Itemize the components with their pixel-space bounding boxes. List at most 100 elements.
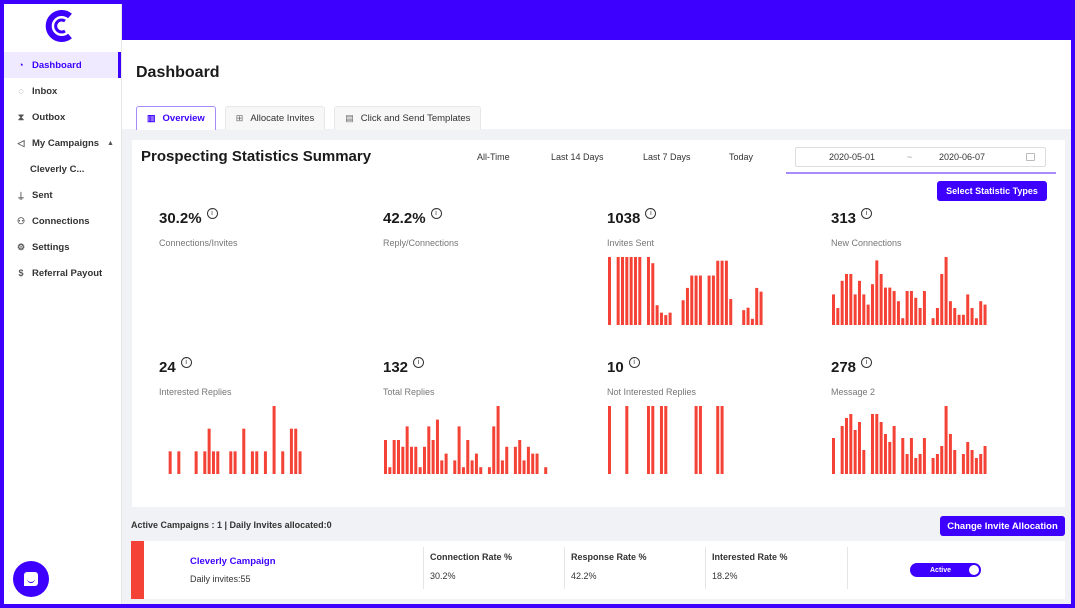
info-icon[interactable]: i (645, 208, 657, 219)
chart-bar (879, 274, 883, 325)
chart-bar (418, 467, 422, 474)
tab-overview[interactable]: ▥ Overview (136, 106, 216, 130)
chart-bar (405, 426, 409, 474)
chart-bar (974, 318, 978, 325)
sidebar-item-connections[interactable]: ⚇ Connections (4, 208, 121, 234)
tab-click-and-send-templates[interactable]: ▤ Click and Send Templates (334, 106, 482, 130)
sidebar-item-inbox[interactable]: ◌ Inbox (4, 78, 121, 104)
range-today[interactable]: Today (729, 152, 753, 162)
stat-card: 132 i Total Replies (366, 349, 566, 489)
tab-allocate-invites[interactable]: ⊞ Allocate Invites (224, 106, 326, 130)
sidebar-item-label: Outbox (32, 111, 66, 123)
chart-bar (918, 308, 922, 325)
chart-bar (629, 257, 633, 325)
metric-label: Connection Rate % (430, 552, 513, 562)
bar-chart-icon: ▥ (147, 113, 156, 123)
sparkline-bar-chart (384, 406, 548, 474)
tab-label: Click and Send Templates (360, 113, 471, 124)
chart-bar (255, 451, 259, 474)
info-icon[interactable]: i (861, 208, 873, 219)
range-last-7-days[interactable]: Last 7 Days (643, 152, 729, 162)
chart-bar (664, 406, 668, 474)
info-icon[interactable]: i (413, 357, 425, 368)
date-range-picker[interactable]: 2020-05-01 ~ 2020-06-07 (795, 147, 1046, 167)
calendar-icon[interactable] (1026, 153, 1035, 161)
date-to[interactable]: 2020-06-07 (939, 152, 985, 162)
sidebar-item-settings[interactable]: ⚙ Settings (4, 234, 121, 260)
campaign-row: Cleverly Campaign Daily invites:55 Conne… (131, 541, 1065, 599)
chart-bar (832, 438, 835, 474)
chat-launcher-button[interactable] (13, 561, 49, 597)
chart-bar (487, 467, 491, 474)
stat-value-text: 42.2% (383, 210, 426, 227)
sidebar-item-my-campaigns[interactable]: ◁ My Campaigns ▲ (4, 130, 121, 156)
chart-bar (979, 301, 983, 325)
chart-bar (289, 428, 293, 474)
chart-bar (935, 308, 939, 325)
chart-bar (384, 440, 387, 474)
chevron-up-icon[interactable]: ▲ (107, 140, 114, 147)
chart-bar (879, 422, 883, 474)
chart-bar (435, 419, 439, 474)
chart-bar (625, 257, 629, 325)
chart-bar (970, 308, 974, 325)
chart-bar (888, 287, 892, 325)
chart-bar (470, 460, 474, 474)
range-last-14-days[interactable]: Last 14 Days (551, 152, 643, 162)
sidebar-item-sent[interactable]: ⍊ Sent (4, 182, 121, 208)
info-icon[interactable]: i (206, 208, 218, 219)
chart-bar (983, 446, 987, 474)
campaign-active-toggle[interactable]: Active (910, 563, 981, 577)
chart-bar (940, 274, 944, 325)
stat-label: Connections/Invites (159, 238, 238, 248)
stat-value: 313 i (831, 208, 873, 227)
chart-bar (892, 291, 896, 325)
change-invite-allocation-button[interactable]: Change Invite Allocation (940, 516, 1065, 536)
date-from[interactable]: 2020-05-01 (829, 152, 875, 162)
stat-value-text: 30.2% (159, 210, 202, 227)
people-icon: ⚇ (16, 215, 26, 226)
range-all-time[interactable]: All-Time (477, 152, 551, 162)
toggle-knob (969, 565, 979, 575)
chart-bar (608, 257, 611, 325)
chart-bar (461, 467, 465, 474)
chart-bar (608, 406, 611, 474)
chart-bar (849, 274, 853, 325)
page-title: Dashboard (136, 64, 220, 81)
info-icon[interactable]: i (861, 357, 873, 368)
brand-logo[interactable] (44, 8, 80, 44)
chart-bar (694, 275, 698, 325)
select-statistic-types-button[interactable]: Select Statistic Types (937, 181, 1047, 201)
chart-bar (427, 426, 431, 474)
chart-bar (755, 287, 759, 325)
sparkline-bar-chart (608, 257, 763, 325)
chart-bar (857, 280, 861, 325)
sidebar-item-outbox[interactable]: ⧗ Outbox (4, 104, 121, 130)
info-icon[interactable]: i (430, 208, 442, 219)
stats-title: Prospecting Statistics Summary (141, 148, 372, 165)
chart-bar (970, 450, 974, 474)
sidebar-item-referral-payout[interactable]: $ Referral Payout (4, 260, 121, 286)
campaign-name-link[interactable]: Cleverly Campaign (190, 556, 276, 567)
chart-bar (229, 451, 233, 474)
chart-bar (844, 418, 848, 474)
chart-bar (931, 318, 935, 325)
chart-bar (840, 280, 844, 325)
sparkline-bar-chart (168, 406, 302, 474)
sidebar-item-cleverly-campaign[interactable]: Cleverly C... (4, 156, 121, 182)
chart-bar (832, 294, 835, 325)
chart-bar (901, 438, 905, 474)
chart-bar (396, 440, 400, 474)
statistics-panel: Prospecting Statistics Summary All-Time … (132, 140, 1065, 507)
chart-bar (431, 440, 435, 474)
info-icon[interactable]: i (628, 357, 640, 368)
stat-card: 313 i New Connections (814, 200, 1014, 340)
chart-bar (953, 308, 957, 325)
chart-bar (914, 297, 918, 325)
chart-bar (966, 294, 970, 325)
info-icon[interactable]: i (180, 357, 192, 368)
chart-bar (440, 460, 444, 474)
sparkline-bar-chart (608, 406, 724, 474)
chart-bar (844, 274, 848, 325)
sidebar-item-dashboard[interactable]: ◔ Dashboard (4, 52, 121, 78)
